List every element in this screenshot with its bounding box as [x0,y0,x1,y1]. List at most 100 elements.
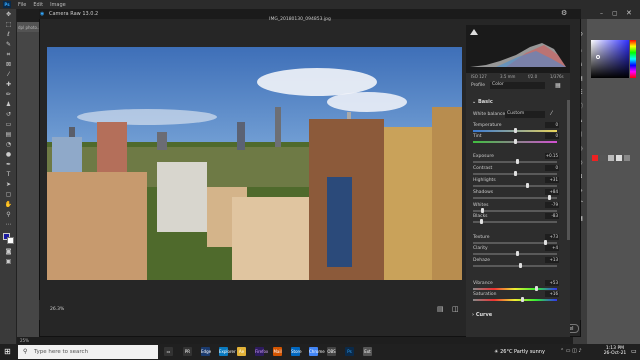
slider-value-input[interactable]: +4 [545,245,559,251]
minimize-icon[interactable]: – [600,10,603,17]
slider-value-input[interactable]: -79 [545,202,559,208]
dodge-tool-icon[interactable]: ● [4,152,13,158]
taskbar-app-store[interactable]: Store [291,347,302,356]
eraser-tool-icon[interactable]: ▭ [4,122,13,128]
slider-value-input[interactable]: +31 [545,177,559,183]
slider-track[interactable] [473,210,557,212]
panel-scrollbar[interactable] [567,100,570,240]
slider-thumb[interactable] [514,171,517,176]
hand-tool-icon[interactable]: ✋ [4,202,13,208]
taskbar-app-ae[interactable]: Ae [237,347,246,356]
background-color-swatch[interactable] [7,237,14,244]
slider-thumb[interactable] [518,263,522,268]
taskbar-app-ps[interactable]: Ps [345,347,354,356]
maximize-icon[interactable]: ▢ [612,10,618,17]
taskbar-search[interactable]: ⚲ Type here to search [18,345,158,359]
more-tools-icon[interactable]: ⋯ [4,222,13,228]
slider-thumb[interactable] [515,159,519,164]
menu-edit[interactable]: Edit [33,2,43,8]
slider-track[interactable] [473,299,557,301]
before-after-icon[interactable]: ◫ [452,305,459,313]
swatch-red[interactable] [592,155,598,161]
slider-value-input[interactable]: +0.15 [545,153,559,159]
slider-tint[interactable]: Tint 0 [473,133,563,146]
slider-value-input[interactable]: 0 [545,133,559,139]
taskbar-app-edge[interactable]: Edge [201,347,211,356]
profile-browser-icon[interactable]: ▦ [555,82,561,89]
slider-track[interactable] [473,265,557,267]
slider-thumb[interactable] [515,251,519,256]
menu-image[interactable]: Image [50,2,66,8]
marquee-tool-icon[interactable]: ⬚ [4,22,13,28]
slider-thumb[interactable] [479,219,483,224]
screen-mode-icon[interactable]: ▣ [4,259,13,265]
task-view-icon[interactable]: ▭ [164,347,173,356]
healing-tool-icon[interactable]: ✚ [4,82,13,88]
slider-dehaze[interactable]: Dehaze +13 [473,257,563,270]
swatch-white[interactable] [616,155,622,161]
gradient-tool-icon[interactable]: ▤ [4,132,13,138]
compare-view-icon[interactable]: ▤ [437,305,444,313]
eyedropper-tool-icon[interactable]: ⁄ [4,72,13,78]
menu-file[interactable]: File [18,2,26,8]
zoom-tool-icon[interactable]: ⚲ [4,212,13,218]
taskbar-app-explorer[interactable]: Explorer [219,347,236,356]
slider-value-input[interactable]: 0 [545,165,559,171]
brush-tool-icon[interactable]: ✏ [4,92,13,98]
basic-section-title[interactable]: ⌄ Basic [472,99,493,105]
taskbar-clock[interactable]: 1:13 PM 26-Oct-21 [600,346,630,356]
slider-thumb[interactable] [526,183,530,188]
hue-slider[interactable] [630,40,636,78]
windows-start-icon[interactable]: ⊞ [4,347,13,356]
taskbar-app-chrome[interactable]: Chrome [309,347,325,356]
stamp-tool-icon[interactable]: ♟ [4,102,13,108]
slider-thumb[interactable] [520,297,524,302]
taskbar-app-obs[interactable]: OBS [327,347,336,356]
blur-tool-icon[interactable]: ◔ [4,142,13,148]
slider-track[interactable] [473,288,557,290]
swatch-mid[interactable] [624,155,630,161]
shape-tool-icon[interactable]: ▢ [4,192,13,198]
slider-thumb[interactable] [535,286,539,291]
image-preview[interactable] [47,47,462,280]
close-icon[interactable]: ✕ [626,9,632,17]
pen-tool-icon[interactable]: ✒ [4,162,13,168]
slider-thumb[interactable] [514,139,517,144]
zoom-level[interactable]: 26.3% [50,307,64,312]
quick-mask-icon[interactable]: ◙ [4,249,13,255]
slider-thumb[interactable] [548,195,552,200]
lasso-tool-icon[interactable]: ℓ [4,32,13,38]
slider-track[interactable] [473,197,557,199]
slider-value-input[interactable]: -83 [545,213,559,219]
taskbar-app-ext[interactable]: Ext [363,347,372,356]
weather-widget[interactable]: ☀ 26°C Partly sunny [494,349,545,355]
move-tool-icon[interactable]: ✥ [4,12,13,18]
white-balance-select[interactable]: Custom [505,111,545,118]
tray-icons[interactable]: ⌃ ▭ ◫ ♪ [560,348,582,354]
notification-icon[interactable]: ▭ [631,348,637,355]
slider-saturation[interactable]: Saturation +16 [473,291,563,304]
slider-blacks[interactable]: Blacks -83 [473,213,563,226]
slider-value-input[interactable]: +13 [545,257,559,263]
slider-value-input[interactable]: 0 [545,122,559,128]
eyedropper-icon[interactable]: ⁄ [551,110,552,117]
swatch-gray[interactable] [600,155,606,161]
slider-value-input[interactable]: +53 [545,280,559,286]
history-brush-tool-icon[interactable]: ↺ [4,112,13,118]
curve-section-title[interactable]: › Curve [472,312,492,318]
path-select-tool-icon[interactable]: ➤ [4,182,13,188]
color-picker-field[interactable] [591,40,629,78]
slider-thumb[interactable] [514,128,517,133]
slider-value-input[interactable]: +16 [545,291,559,297]
slider-thumb[interactable] [481,208,485,213]
slider-track[interactable] [473,221,557,223]
slider-value-input[interactable]: +84 [545,189,559,195]
type-tool-icon[interactable]: T [4,172,13,178]
slider-track[interactable] [473,185,557,187]
profile-select[interactable]: Color [490,82,545,89]
crop-tool-icon[interactable]: ⌗ [4,52,13,58]
quick-select-tool-icon[interactable]: ✎ [4,42,13,48]
slider-shadows[interactable]: Shadows +84 [473,189,563,202]
taskbar-app-firefox[interactable]: Firefox [255,347,268,356]
frame-tool-icon[interactable]: ⊠ [4,62,13,68]
